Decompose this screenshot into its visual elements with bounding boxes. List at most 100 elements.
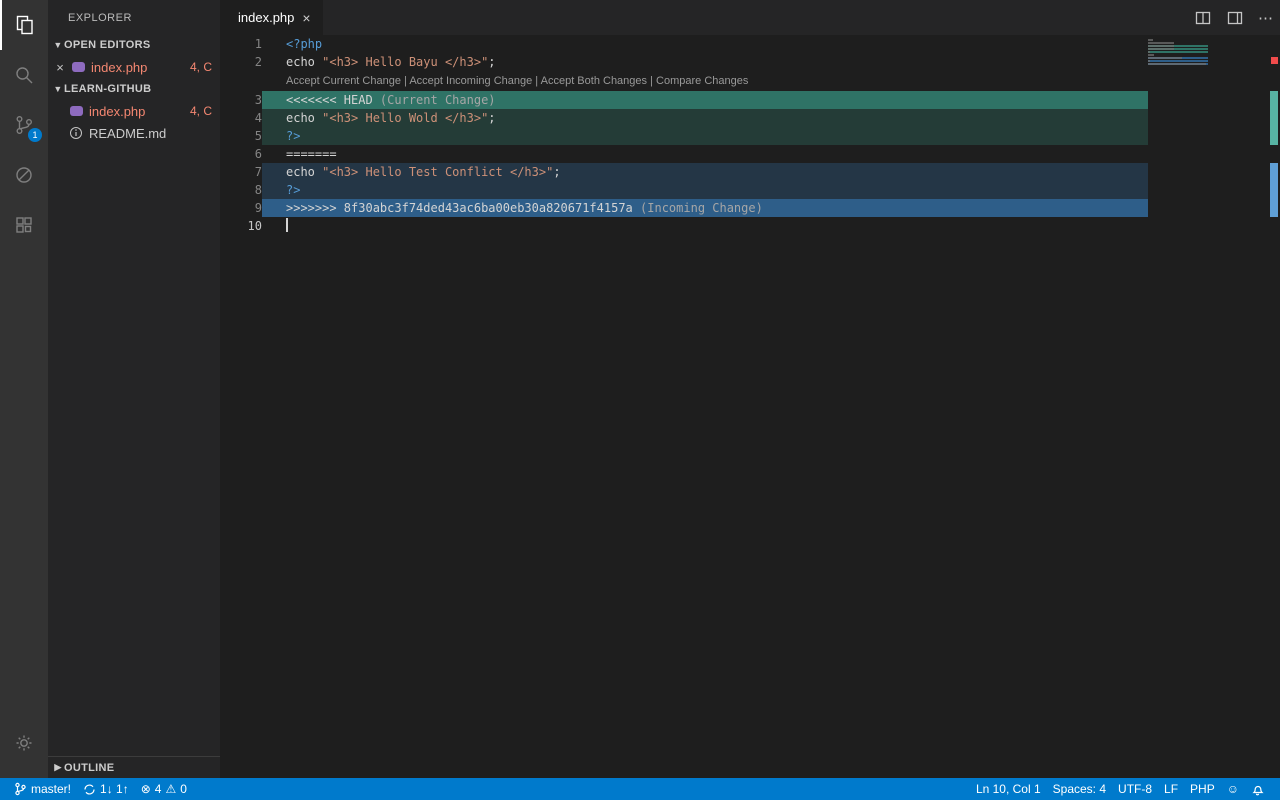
search-icon[interactable]: [0, 50, 48, 100]
tab-bar: index.php × ⋯: [220, 0, 1280, 35]
warning-count: 0: [180, 782, 187, 796]
warning-icon: ⚠: [165, 782, 177, 796]
activity-bar: 1: [0, 0, 48, 778]
code-line[interactable]: 6 =======: [220, 145, 1148, 163]
code-token: "<h3> Hello Wold </h3>": [322, 111, 489, 125]
folder-label: LEARN-GITHUB: [64, 83, 152, 95]
open-editor-filename: index.php: [91, 59, 148, 75]
code-line[interactable]: 3 <<<<<<< HEAD (Current Change): [220, 91, 1148, 109]
indentation[interactable]: Spaces: 4: [1047, 778, 1112, 800]
cursor-position[interactable]: Ln 10, Col 1: [970, 778, 1047, 800]
code-line[interactable]: 5 ?>: [220, 127, 1148, 145]
minimap-line: [1148, 54, 1208, 56]
codelens-action[interactable]: Accept Both Changes: [541, 75, 647, 87]
chevron-down-icon: ▼: [53, 84, 63, 94]
tab-indexphp[interactable]: index.php ×: [220, 0, 323, 35]
code-token: <?php: [286, 37, 323, 51]
line-content: ?>: [262, 181, 1148, 199]
error-icon: ⊗: [140, 782, 151, 796]
minimap-line: [1148, 48, 1208, 50]
minimap-line: [1148, 45, 1208, 47]
extensions-icon[interactable]: [0, 200, 48, 250]
open-changes-icon[interactable]: [1194, 9, 1212, 27]
code-line[interactable]: 7 echo "<h3> Hello Test Conflict </h3>";: [220, 163, 1148, 181]
vscode-window: 1 EXPLORER ▼ OPEN EDITORS × index.php 4,…: [0, 0, 1280, 778]
explorer-icon[interactable]: [0, 0, 48, 50]
editor-group: index.php × ⋯ 1 <?php 2 echo "<h3> Hello Ba…: [220, 0, 1280, 778]
line-number: 8: [254, 183, 262, 197]
line-number: 5: [254, 129, 262, 143]
line-number: 6: [254, 147, 262, 161]
outline-header[interactable]: ▶ OUTLINE: [48, 756, 220, 778]
problems-status[interactable]: ⊗ 4 ⚠ 0: [135, 778, 193, 800]
codelens-separator: |: [532, 75, 541, 87]
feedback-smiley-icon[interactable]: ☺: [1221, 778, 1245, 800]
minimap-text: [1148, 42, 1174, 44]
code-line[interactable]: 2 echo "<h3> Hello Bayu </h3>";: [220, 53, 1148, 71]
chevron-right-icon: ▶: [54, 762, 62, 772]
more-actions-icon[interactable]: ⋯: [1258, 9, 1274, 27]
line-number: 2: [254, 55, 262, 69]
php-file-icon: [68, 103, 84, 119]
folder-header[interactable]: ▼ LEARN-GITHUB: [48, 78, 220, 100]
git-branch-status[interactable]: master!: [8, 778, 77, 800]
branch-icon: [15, 782, 26, 796]
code-token: ;: [488, 55, 496, 69]
code-line[interactable]: 8 ?>: [220, 181, 1148, 199]
split-editor-icon[interactable]: [1226, 9, 1244, 27]
line-content: echo "<h3> Hello Wold </h3>";: [262, 109, 1148, 127]
minimap[interactable]: [1148, 35, 1268, 69]
open-editors-label: OPEN EDITORS: [64, 39, 151, 51]
overview-ruler[interactable]: [1268, 35, 1280, 778]
code-line[interactable]: 9 >>>>>>> 8f30abc3f74ded43ac6ba00eb30a820…: [220, 199, 1148, 217]
file-decoration: 4, C: [189, 60, 212, 74]
code-token: >>>>>>> 8f30abc3f74ded43ac6ba00eb30a8206…: [286, 201, 641, 215]
code-area[interactable]: 1 <?php 2 echo "<h3> Hello Bayu </h3>"; Acce…: [220, 35, 1148, 235]
codelens-action[interactable]: Accept Current Change: [286, 75, 401, 87]
chevron-down-icon: ▼: [53, 40, 63, 50]
source-control-icon[interactable]: 1: [0, 100, 48, 150]
status-bar: master! 1↓ 1↑ ⊗ 4 ⚠ 0 Ln 10, Col 1 Space…: [0, 778, 1280, 800]
line-content: <?php: [262, 35, 1148, 53]
file-decoration: 4, C: [189, 104, 212, 118]
language-mode[interactable]: PHP: [1184, 778, 1221, 800]
codelens-action[interactable]: Compare Changes: [656, 75, 748, 87]
minimap-text: [1148, 63, 1206, 65]
open-editors-header[interactable]: ▼ OPEN EDITORS: [48, 34, 220, 56]
editor-body[interactable]: 1 <?php 2 echo "<h3> Hello Bayu </h3>"; Acce…: [220, 35, 1280, 778]
tab-close-icon[interactable]: ×: [300, 10, 312, 26]
minimap-line: [1148, 60, 1208, 62]
sync-counts: 1↓ 1↑: [100, 782, 129, 796]
line-number: 7: [254, 165, 262, 179]
code-line[interactable]: 1 <?php: [220, 35, 1148, 53]
file-item-indexphp[interactable]: index.php 4, C: [48, 100, 220, 122]
code-line[interactable]: 4 echo "<h3> Hello Wold </h3>";: [220, 109, 1148, 127]
status-bar-right: Ln 10, Col 1 Spaces: 4 UTF-8 LF PHP ☺: [970, 778, 1270, 800]
eol[interactable]: LF: [1158, 778, 1184, 800]
settings-gear-icon[interactable]: [0, 718, 48, 768]
error-mark: [1271, 57, 1278, 64]
sidebar-title: EXPLORER: [68, 12, 132, 24]
close-icon[interactable]: ×: [52, 60, 68, 75]
file-item-readme[interactable]: README.md: [48, 122, 220, 144]
code-line[interactable]: 10: [220, 217, 1148, 235]
code-token: "<h3> Hello Test Conflict </h3>": [322, 165, 554, 179]
minimap-text: [1148, 51, 1150, 53]
branch-name: master!: [31, 782, 72, 796]
open-editor-item[interactable]: × index.php 4, C: [48, 56, 220, 78]
line-content: [262, 217, 1148, 235]
minimap-line: [1148, 63, 1208, 65]
notifications-bell-icon[interactable]: [1245, 778, 1270, 800]
line-content: echo "<h3> Hello Test Conflict </h3>";: [262, 163, 1148, 181]
sync-status[interactable]: 1↓ 1↑: [77, 778, 135, 800]
php-file-icon: [70, 59, 86, 75]
line-number: 3: [254, 93, 262, 107]
debug-icon[interactable]: [0, 150, 48, 200]
codelens-separator: |: [647, 75, 657, 87]
code-token: <<<<<<< HEAD: [286, 93, 380, 107]
filename: index.php: [89, 103, 146, 119]
codelens-action[interactable]: Accept Incoming Change: [409, 75, 532, 87]
editor-actions: ⋯: [1194, 0, 1274, 35]
encoding[interactable]: UTF-8: [1112, 778, 1158, 800]
